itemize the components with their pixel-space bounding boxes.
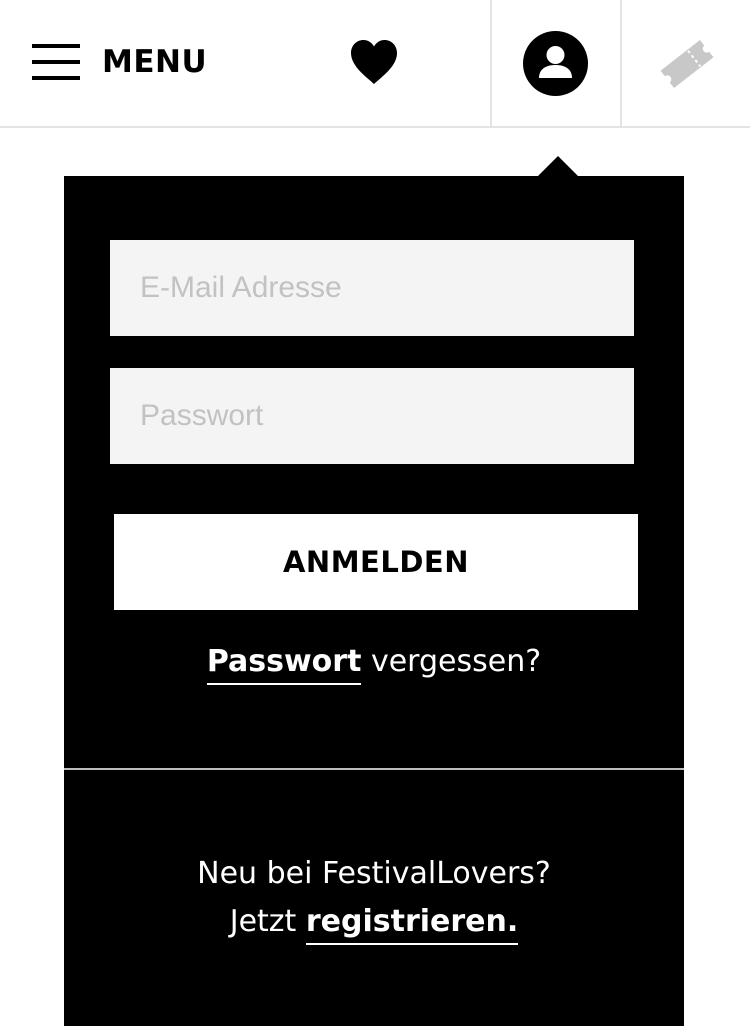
dropdown-caret [537,156,579,177]
user-icon [539,46,572,78]
signup-prefix: Jetzt [229,904,306,939]
login-panel: ANMELDEN Passwort vergessen? Neu bei Fes… [64,176,684,1026]
heart-icon[interactable] [348,38,400,86]
nav-divider [620,0,622,126]
menu-button[interactable]: MENU [32,42,207,82]
top-navbar: MENU [0,0,750,128]
hamburger-icon [32,43,80,81]
register-link[interactable]: registrieren. [305,904,519,945]
ticket-icon[interactable] [656,36,718,92]
panel-divider [64,768,684,770]
email-field[interactable] [110,240,634,336]
user-account-button[interactable] [523,31,588,96]
menu-label: MENU [102,44,208,80]
forgot-password-link[interactable]: Passwort [206,644,362,685]
password-field[interactable] [110,368,634,464]
forgot-password-text: Passwort vergessen? [64,644,684,685]
forgot-password-suffix: vergessen? [361,644,542,679]
signup-line1: Neu bei FestivalLovers? [197,856,551,891]
login-button[interactable]: ANMELDEN [114,514,638,610]
nav-divider [490,0,492,126]
signup-prompt: Neu bei FestivalLovers? Jetzt registrier… [64,850,684,946]
